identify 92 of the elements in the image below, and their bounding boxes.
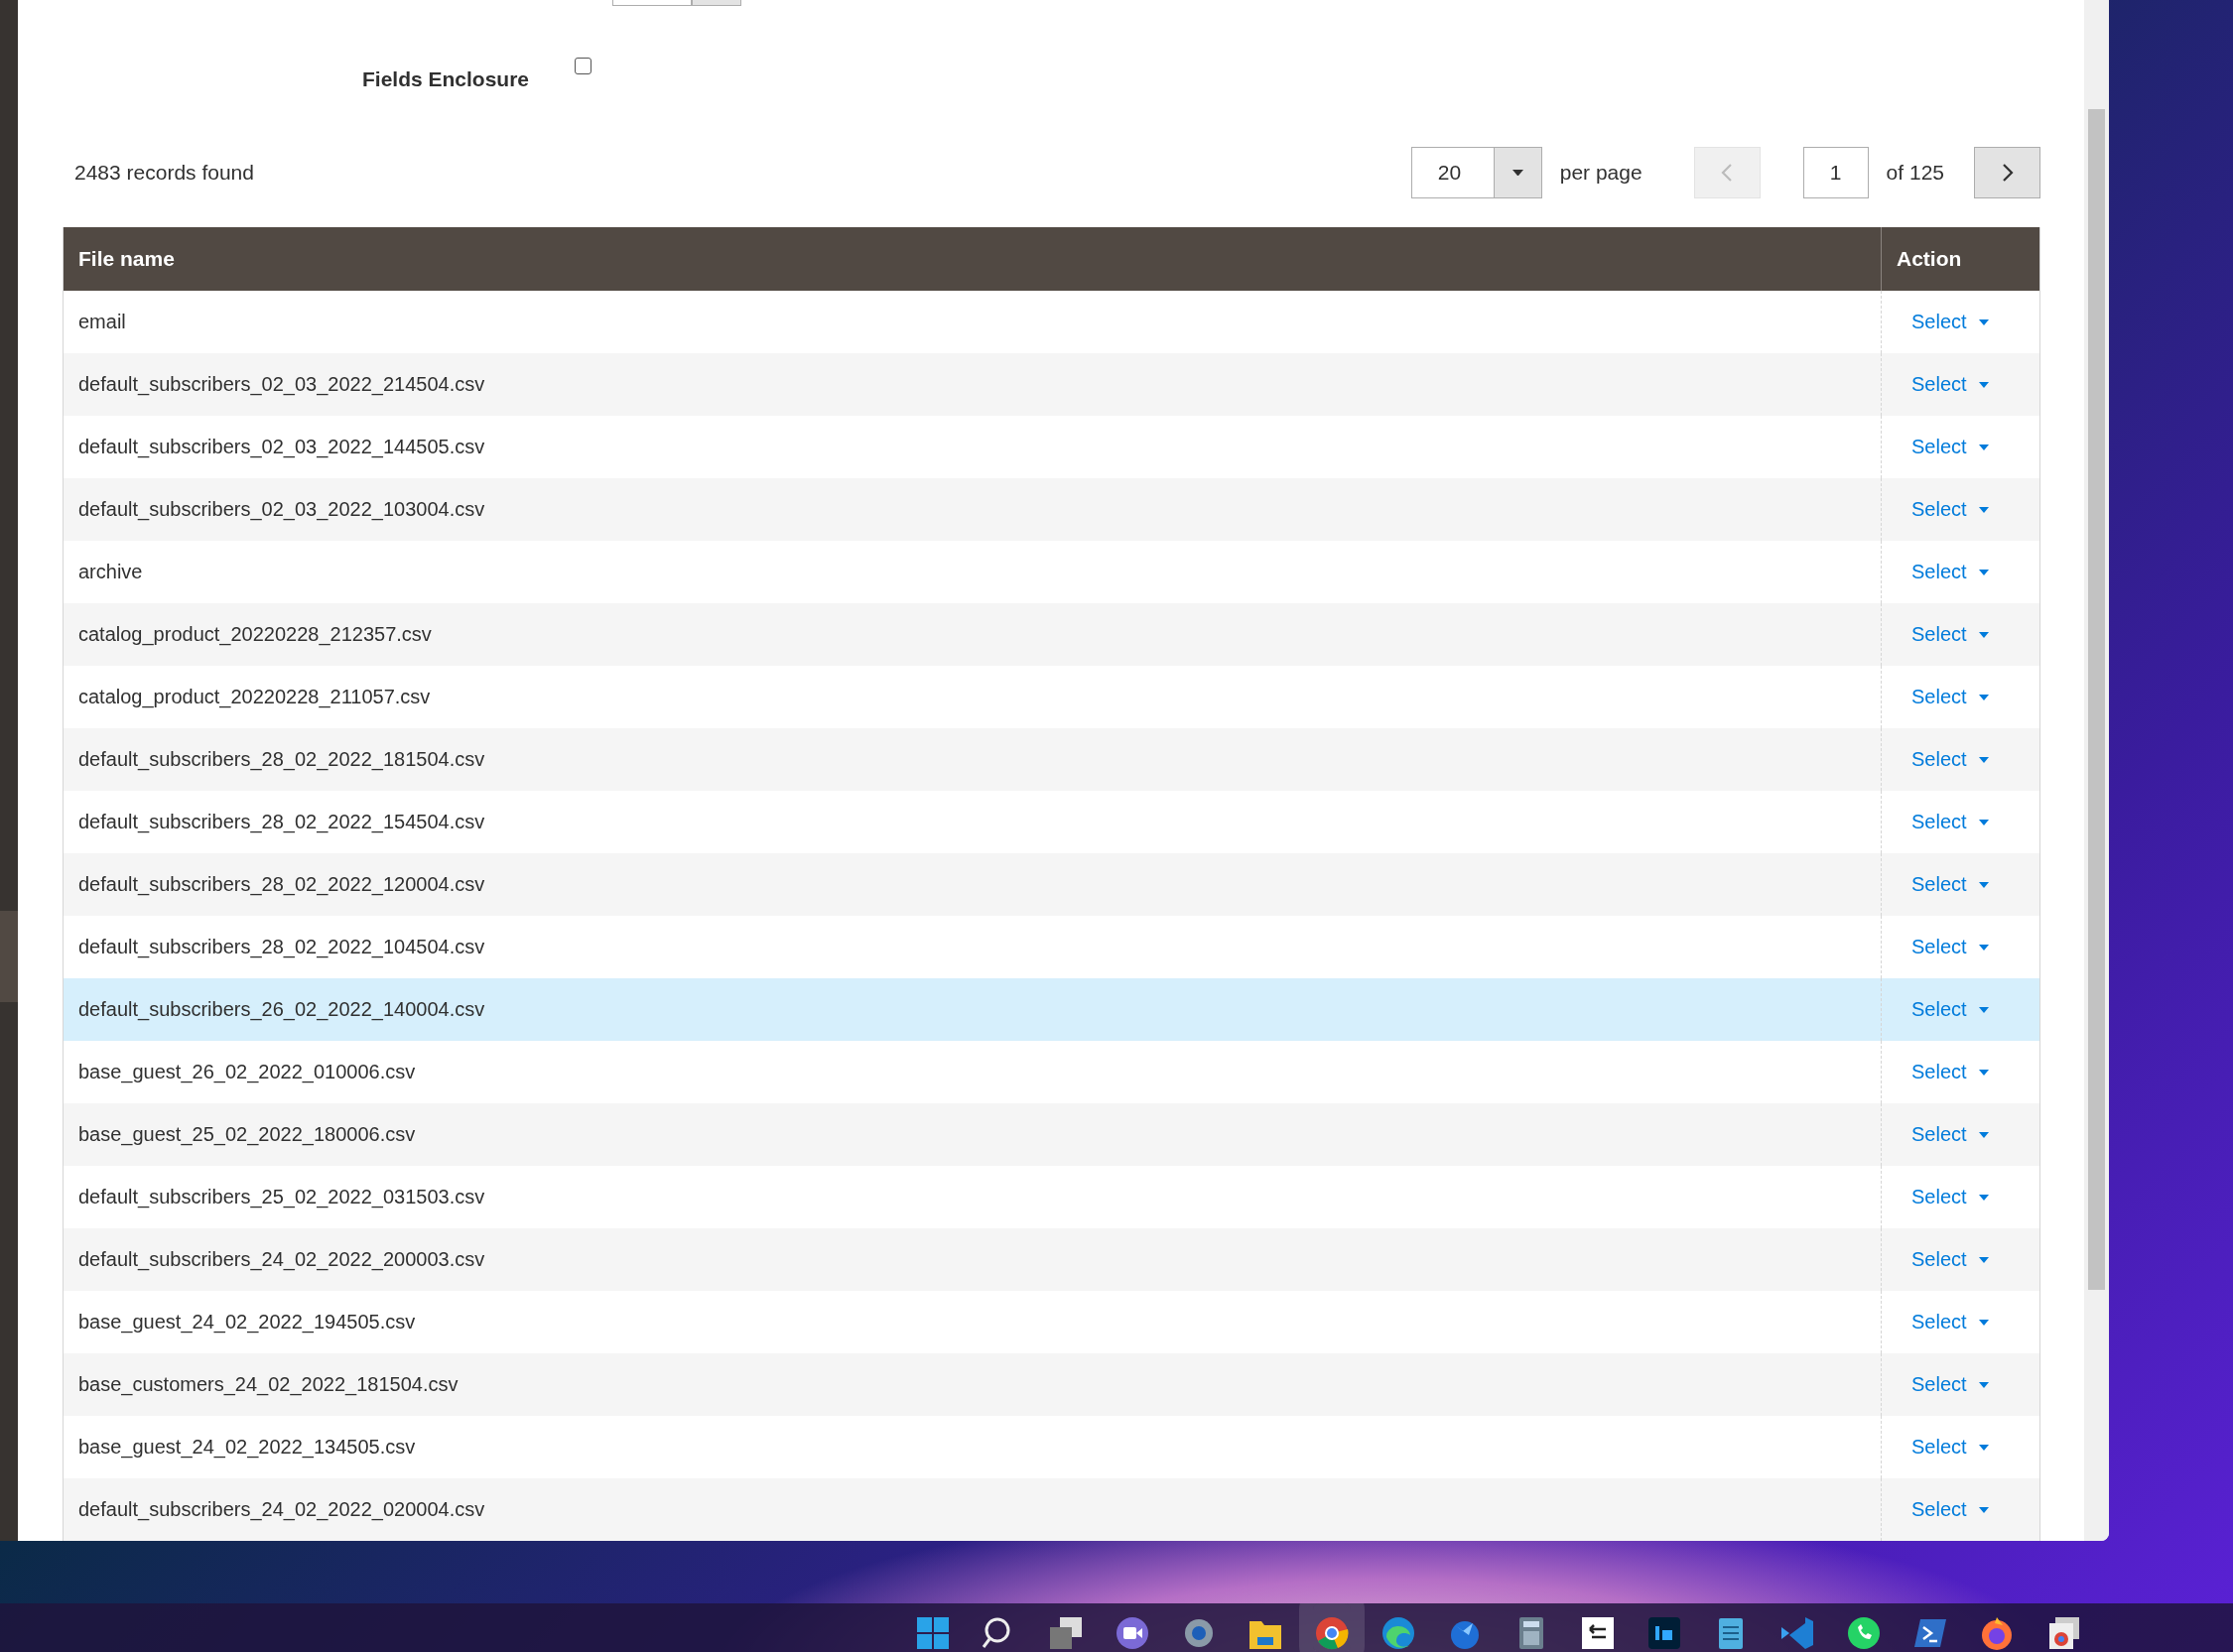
file-name-cell-text: base_customers_24_02_2022_181504.csv	[77, 1372, 460, 1398]
file-name-cell-text: default_subscribers_24_02_2022_020004.csv	[77, 1497, 486, 1523]
file-name-cell-text: base_guest_26_02_2022_010006.csv	[77, 1060, 417, 1085]
select-action-link[interactable]: Select	[1911, 686, 1989, 708]
file-name-cell-text: base_guest_24_02_2022_134505.csv	[77, 1435, 417, 1461]
table-row[interactable]: default_subscribers_24_02_2022_200003.csv Select	[64, 1228, 2039, 1291]
caret-icon	[1978, 1131, 1989, 1138]
select-action-link[interactable]: Select	[1911, 311, 1989, 333]
windows-logo-icon	[914, 1615, 951, 1651]
phone-bubble-icon	[1845, 1615, 1882, 1651]
select-action-link[interactable]: Select	[1911, 1436, 1989, 1459]
select-action-link[interactable]: Select	[1911, 1248, 1989, 1271]
code-editor-icon	[1778, 1615, 1815, 1651]
select-action-link[interactable]: Select	[1911, 498, 1989, 521]
file-name-cell-text: default_subscribers_02_03_2022_214504.csv	[77, 372, 486, 398]
file-name-cell-text: default_subscribers_26_02_2022_140004.csv	[77, 997, 486, 1023]
file-name-cell-text: default_subscribers_25_02_2022_031503.csv	[77, 1185, 486, 1210]
select-action-link[interactable]: Select	[1911, 1123, 1989, 1146]
select-action-link[interactable]: Select	[1911, 436, 1989, 458]
select-action-link[interactable]: Select	[1911, 1498, 1989, 1521]
page-count: of 125	[1886, 161, 1944, 185]
caret-icon	[1978, 444, 1989, 450]
caret-icon	[1978, 756, 1989, 763]
caret-icon	[1978, 1319, 1989, 1326]
scrollbar-thumb[interactable]	[2088, 109, 2105, 1290]
caret-icon	[1978, 1256, 1989, 1263]
select-action-link[interactable]: Select	[1911, 623, 1989, 646]
file-name-cell-text: default_subscribers_28_02_2022_154504.csv	[77, 810, 486, 835]
caret-icon	[1978, 881, 1989, 888]
file-name-cell-text: default_subscribers_24_02_2022_200003.csv	[77, 1247, 486, 1273]
file-name-cell-text: email	[77, 310, 127, 334]
table-row[interactable]: base_guest_25_02_2022_180006.csv Select	[64, 1103, 2039, 1166]
file-name-cell-text: base_guest_24_02_2022_194505.csv	[77, 1310, 417, 1335]
file-name-cell-text: base_guest_25_02_2022_180006.csv	[77, 1122, 417, 1148]
table-row[interactable]: base_customers_24_02_2022_181504.csv Select	[64, 1353, 2039, 1416]
per-page-select[interactable]: 20	[1410, 147, 1542, 198]
caret-icon	[1978, 1444, 1989, 1451]
table-row[interactable]: default_subscribers_02_03_2022_103004.csv Select	[64, 478, 2039, 541]
table-row[interactable]: default_subscribers_28_02_2022_120004.csv Select	[64, 853, 2039, 916]
file-name-cell-text: archive	[77, 560, 144, 584]
caret-icon	[1978, 819, 1989, 826]
caret-icon	[1511, 169, 1523, 177]
records-count: 2483 records found	[74, 161, 255, 185]
caret-icon	[1978, 1069, 1989, 1076]
select-action-link[interactable]: Select	[1911, 1186, 1989, 1208]
per-page-label: per page	[1559, 161, 1642, 185]
file-name-cell-text: catalog_product_20220228_212357.csv	[77, 622, 433, 648]
input-field[interactable]	[612, 0, 692, 6]
file-name-cell-text: default_subscribers_28_02_2022_181504.csv	[77, 747, 486, 773]
caret-icon	[1978, 631, 1989, 638]
checkbox[interactable]	[575, 58, 591, 74]
page-number-field[interactable]: 1	[1802, 147, 1869, 198]
caret-icon	[1978, 318, 1989, 325]
caret-icon	[1978, 569, 1989, 575]
select-action-link[interactable]: Select	[1911, 561, 1989, 583]
scrollbar[interactable]	[2084, 0, 2109, 1541]
task-view-icon	[1047, 1615, 1084, 1651]
select-action-link[interactable]: Select	[1911, 1061, 1989, 1083]
caret-icon	[1978, 381, 1989, 388]
select-action-link[interactable]: Select	[1911, 873, 1989, 896]
caret-icon	[1978, 1506, 1989, 1513]
browser-icon	[1313, 1615, 1350, 1651]
caret-icon	[1978, 944, 1989, 951]
table-row[interactable]: default_subscribers_28_02_2022_181504.csv Select	[64, 728, 2039, 791]
caret-icon	[1978, 506, 1989, 513]
select-action-link[interactable]: Select	[1911, 998, 1989, 1021]
file-name-cell-text: default_subscribers_02_03_2022_103004.csv	[77, 497, 486, 523]
image-editor-icon	[1645, 1615, 1682, 1651]
browser-wave-icon	[1379, 1615, 1416, 1651]
file-name-cell-text: default_subscribers_28_02_2022_120004.csv	[77, 872, 486, 898]
video-camera-icon	[1114, 1615, 1150, 1651]
select-action-link[interactable]: Select	[1911, 1311, 1989, 1334]
column-header: File name	[77, 246, 176, 272]
table-row[interactable]: default_subscribers_24_02_2022_020004.csv Select	[64, 1478, 2039, 1541]
file-name-cell-text: catalog_product_20220228_211057.csv	[77, 685, 432, 710]
caret-icon	[1978, 1381, 1989, 1388]
file-name-cell-text: default_subscribers_28_02_2022_104504.csv	[77, 935, 486, 960]
select-action-link[interactable]: Select	[1911, 811, 1989, 833]
caret-icon	[1978, 1006, 1989, 1013]
select-action-link[interactable]: Select	[1911, 936, 1989, 958]
file-name-cell-text: default_subscribers_02_03_2022_144505.csv	[77, 435, 486, 460]
select-action-link[interactable]: Select	[1911, 373, 1989, 396]
table-row[interactable]: default_subscribers_26_02_2022_140004.csv Select	[64, 978, 2039, 1041]
field-label: Fields Enclosure	[362, 67, 531, 91]
select-action-link[interactable]: Select	[1911, 748, 1989, 771]
table-row[interactable]: default_subscribers_02_03_2022_214504.csv Select	[64, 353, 2039, 416]
caret-icon	[1978, 1194, 1989, 1201]
chevron-right-icon	[2001, 163, 2014, 183]
chevron-left-icon	[1721, 163, 1734, 183]
select-action-link[interactable]: Select	[1911, 1373, 1989, 1396]
caret-icon	[1978, 694, 1989, 700]
table-row[interactable]: catalog_product_20220228_212357.csv Select	[64, 603, 2039, 666]
